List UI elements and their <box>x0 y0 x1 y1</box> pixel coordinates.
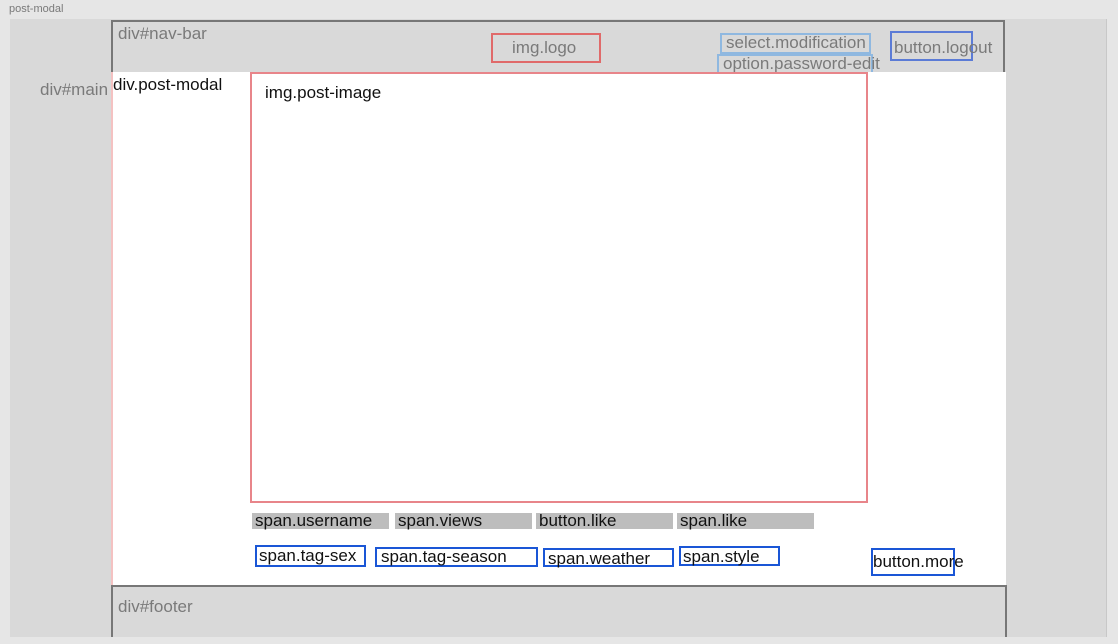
tag-sex-label: span.tag-sex <box>259 546 357 565</box>
footer-label: div#footer <box>118 597 193 616</box>
username-label: span.username <box>255 511 373 530</box>
weather-label: span.weather <box>548 549 651 568</box>
style-label: span.style <box>683 547 760 566</box>
footer <box>111 585 1007 637</box>
nav-bar-label: div#nav-bar <box>118 24 207 43</box>
post-image <box>250 72 868 503</box>
modification-select-label: select.modification <box>726 33 866 52</box>
post-modal-label: div.post-modal <box>113 75 223 94</box>
like-count-label: span.like <box>680 511 748 530</box>
frame-edge <box>1106 19 1107 637</box>
frame-title: post-modal <box>9 3 64 15</box>
post-image-label: img.post-image <box>265 83 382 102</box>
views-label: span.views <box>398 511 483 530</box>
main-label: div#main <box>40 80 109 99</box>
wireframe-canvas: post-modal div#nav-bar img.logo select.m… <box>0 0 1118 644</box>
logout-button-label: button.logout <box>894 38 993 57</box>
logo-label: img.logo <box>512 38 577 57</box>
password-edit-option-label: option.password-edit <box>723 54 880 73</box>
more-button-label: button.more <box>873 552 964 571</box>
like-button-label: button.like <box>539 511 617 530</box>
post-modal-edge <box>111 72 113 585</box>
tag-season-label: span.tag-season <box>381 547 507 566</box>
